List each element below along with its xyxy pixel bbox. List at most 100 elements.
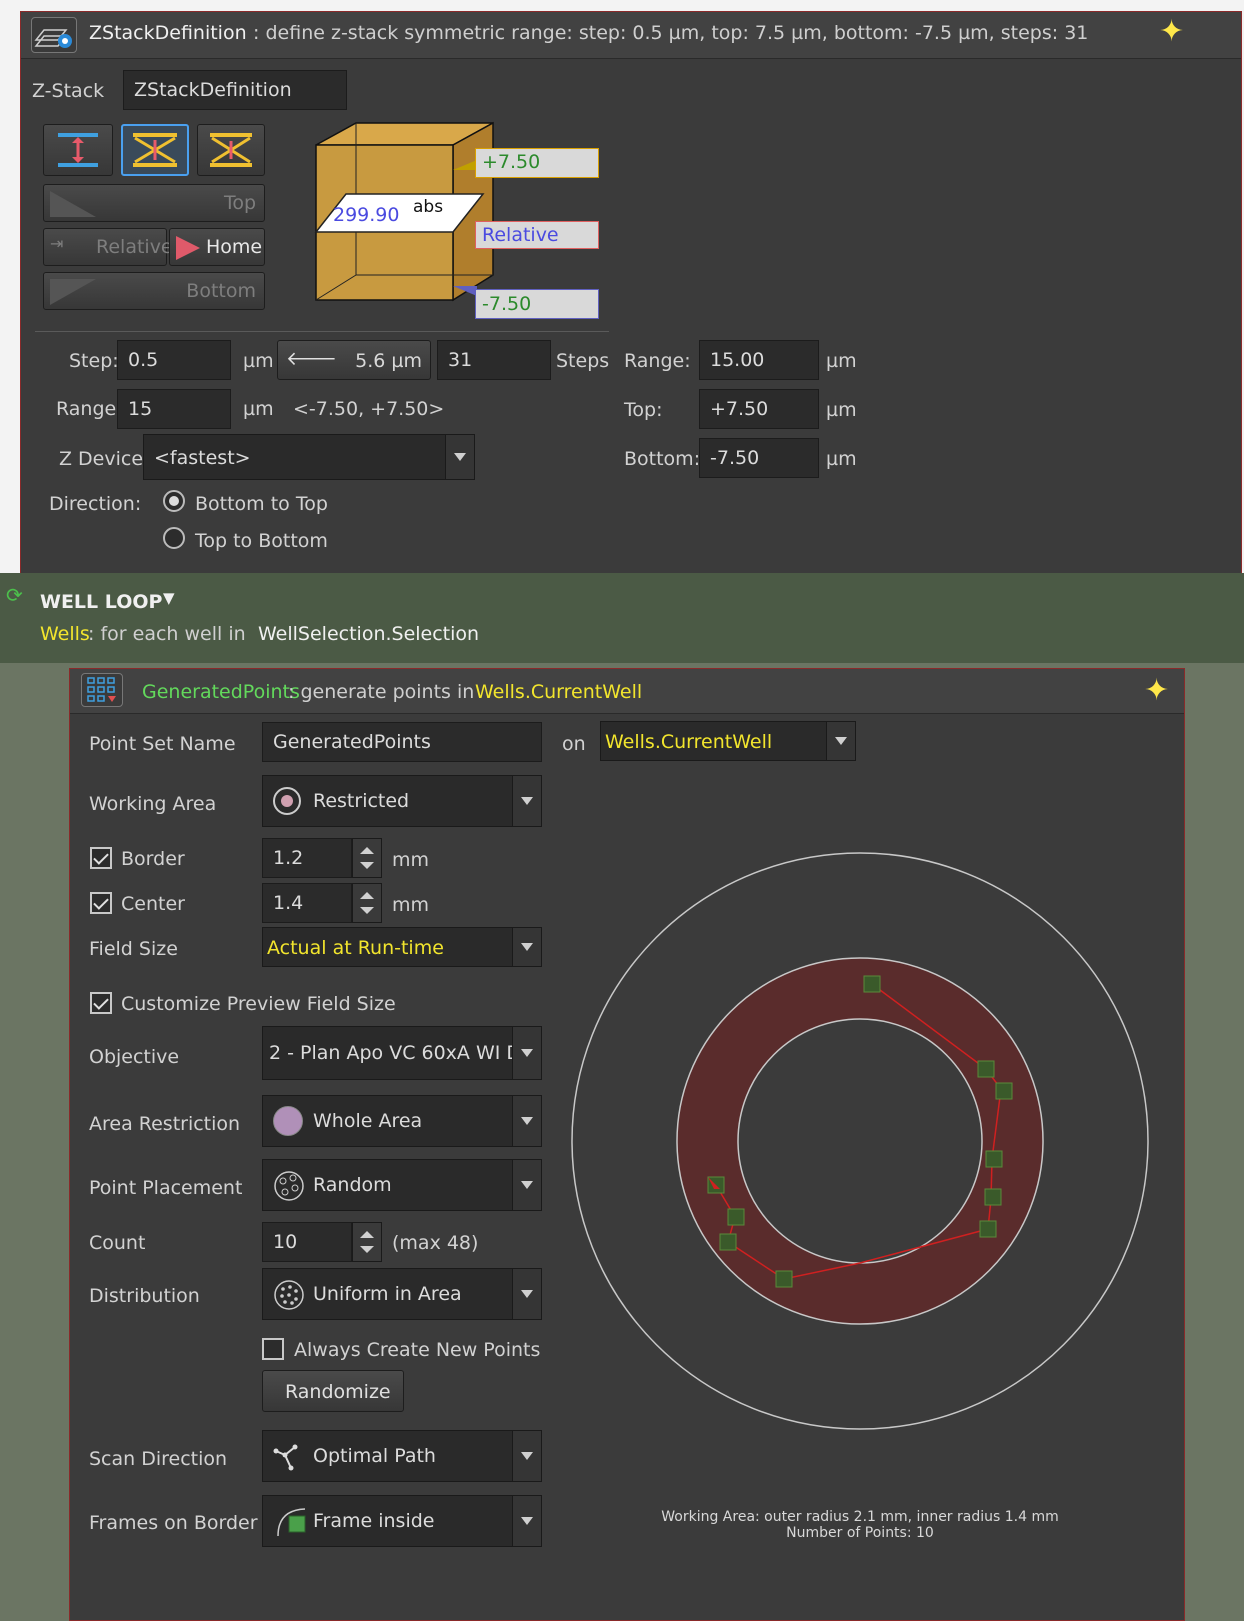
symmetric-range-button[interactable] xyxy=(43,124,113,176)
field-size-label: Field Size xyxy=(89,938,178,960)
center-label: Center xyxy=(121,893,185,915)
radio-top-to-bottom-label: Top to Bottom xyxy=(195,530,328,552)
zstack-icon[interactable] xyxy=(31,17,77,53)
count-stepper[interactable] xyxy=(352,1222,382,1262)
loop-icon: ⟳ xyxy=(6,583,23,607)
radio-bottom-to-top[interactable] xyxy=(163,490,185,512)
field-size-select[interactable]: Actual at Run-time xyxy=(262,927,542,967)
count-label: Count xyxy=(89,1232,146,1254)
z-device-label: Z Device: xyxy=(59,448,150,470)
randomize-button[interactable]: Randomize xyxy=(262,1370,404,1412)
count-field[interactable]: 10 xyxy=(262,1222,352,1262)
step-label: Step: xyxy=(69,350,119,372)
relative-button[interactable]: ⇥ Relative xyxy=(43,228,173,266)
well-preview xyxy=(571,852,1149,1430)
chevron-down-icon xyxy=(512,1496,541,1546)
right-top-field[interactable]: +7.50 xyxy=(699,389,819,429)
random-icon xyxy=(274,1171,304,1201)
center-field[interactable]: 1.4 xyxy=(262,883,352,923)
points-grid-icon[interactable] xyxy=(81,673,123,707)
preview-info: Working Area: outer radius 2.1 mm, inner… xyxy=(590,1509,1130,1541)
frame-inside-icon xyxy=(277,1508,306,1537)
cube-abs-value: 299.90 xyxy=(333,204,400,226)
chevron-down-icon xyxy=(512,928,541,966)
inner-exclusion-circle xyxy=(737,1018,983,1264)
cube-top-value: +7.50 xyxy=(475,148,599,178)
well-loop-section: ⟳ WELL LOOP ▼ Wells : for each well in W… xyxy=(0,573,1244,663)
center-checkbox[interactable] xyxy=(90,892,112,914)
count-max: (max 48) xyxy=(392,1232,479,1254)
cube-abs-label: abs xyxy=(413,197,444,217)
radio-top-to-bottom[interactable] xyxy=(163,527,185,549)
frames-on-border-select[interactable]: Frame inside xyxy=(262,1495,542,1547)
top-button[interactable]: Top xyxy=(43,184,265,222)
step-calc-value: 5.6 µm xyxy=(355,350,422,372)
magic-wand-icon[interactable]: ✦ xyxy=(1144,673,1169,708)
working-area-label: Working Area xyxy=(89,793,217,815)
home-button-label: Home xyxy=(206,236,263,258)
customize-preview-label: Customize Preview Field Size xyxy=(121,993,396,1015)
point-set-name-field[interactable]: GeneratedPoints xyxy=(262,722,542,762)
chevron-down-icon xyxy=(826,722,855,760)
point-placement-label: Point Placement xyxy=(89,1177,243,1199)
collapse-triangle-icon[interactable]: ▼ xyxy=(163,589,175,607)
z-device-select[interactable]: <fastest> xyxy=(143,434,475,480)
right-bottom-unit: µm xyxy=(826,448,857,470)
steps-field[interactable]: 31 xyxy=(437,340,551,380)
radio-bottom-to-top-label: Bottom to Top xyxy=(195,493,328,515)
chevron-down-icon xyxy=(512,1269,541,1319)
border-field[interactable]: 1.2 xyxy=(262,838,352,878)
bottom-button-label: Bottom xyxy=(186,280,256,302)
on-select[interactable]: Wells.CurrentWell xyxy=(600,721,856,761)
asymmetric-range-button[interactable] xyxy=(121,124,189,176)
generated-points-panel: GeneratedPoints : generate points in Wel… xyxy=(69,668,1185,1621)
border-checkbox[interactable] xyxy=(90,847,112,869)
border-stepper[interactable] xyxy=(352,838,382,878)
range-field[interactable]: 15 xyxy=(117,389,231,429)
bottom-button[interactable]: Bottom xyxy=(43,272,265,310)
range-interval: <-7.50, +7.50> xyxy=(293,398,445,420)
chevron-down-icon xyxy=(512,776,541,826)
relative-icon: ⇥ xyxy=(50,234,64,253)
scan-direction-label: Scan Direction xyxy=(89,1448,228,1470)
top-bottom-range-button[interactable] xyxy=(197,124,265,176)
chevron-down-icon xyxy=(512,1027,541,1079)
magic-wand-icon[interactable]: ✦ xyxy=(1159,14,1184,49)
zstack-title-desc: : define z-stack symmetric range: step: … xyxy=(247,22,1089,44)
top-button-label: Top xyxy=(223,192,256,214)
zstack-name-field[interactable]: ZStackDefinition xyxy=(123,70,347,110)
distribution-select[interactable]: Uniform in Area xyxy=(262,1268,542,1320)
on-label: on xyxy=(562,733,586,755)
always-create-new-checkbox[interactable] xyxy=(262,1338,284,1360)
step-field[interactable]: 0.5 xyxy=(117,340,231,380)
chevron-down-icon xyxy=(512,1096,541,1146)
range-unit: µm xyxy=(243,398,274,420)
restricted-icon xyxy=(273,787,301,815)
area-restriction-label: Area Restriction xyxy=(89,1113,241,1135)
step-calc-button[interactable]: 🡐 5.6 µm xyxy=(277,340,431,380)
right-range-unit: µm xyxy=(826,350,857,372)
working-area-select[interactable]: Restricted xyxy=(262,775,542,827)
center-unit: mm xyxy=(392,894,430,916)
objective-select[interactable]: 2 - Plan Apo VC 60xA WI DI( xyxy=(262,1026,542,1080)
scan-direction-select[interactable]: Optimal Path xyxy=(262,1430,542,1482)
preview-info-line1: Working Area: outer radius 2.1 mm, inner… xyxy=(661,1509,1059,1525)
always-create-new-label: Always Create New Points xyxy=(294,1339,541,1361)
preview-info-line2: Number of Points: 10 xyxy=(786,1525,934,1541)
range-label: Range: xyxy=(56,398,123,420)
chevron-down-icon xyxy=(512,1160,541,1210)
right-range-field[interactable]: 15.00 xyxy=(699,340,819,380)
border-unit: mm xyxy=(392,849,430,871)
gp-title-name: GeneratedPoints xyxy=(142,681,300,703)
right-top-unit: µm xyxy=(826,399,857,421)
customize-preview-checkbox[interactable] xyxy=(90,992,112,1014)
right-bottom-label: Bottom: xyxy=(624,448,701,470)
objective-label: Objective xyxy=(89,1046,180,1068)
point-placement-select[interactable]: Random xyxy=(262,1159,542,1211)
step-unit: µm xyxy=(243,350,274,372)
right-bottom-field[interactable]: -7.50 xyxy=(699,438,819,478)
whole-area-icon xyxy=(273,1106,303,1136)
home-button[interactable]: Home xyxy=(169,228,265,266)
center-stepper[interactable] xyxy=(352,883,382,923)
area-restriction-select[interactable]: Whole Area xyxy=(262,1095,542,1147)
